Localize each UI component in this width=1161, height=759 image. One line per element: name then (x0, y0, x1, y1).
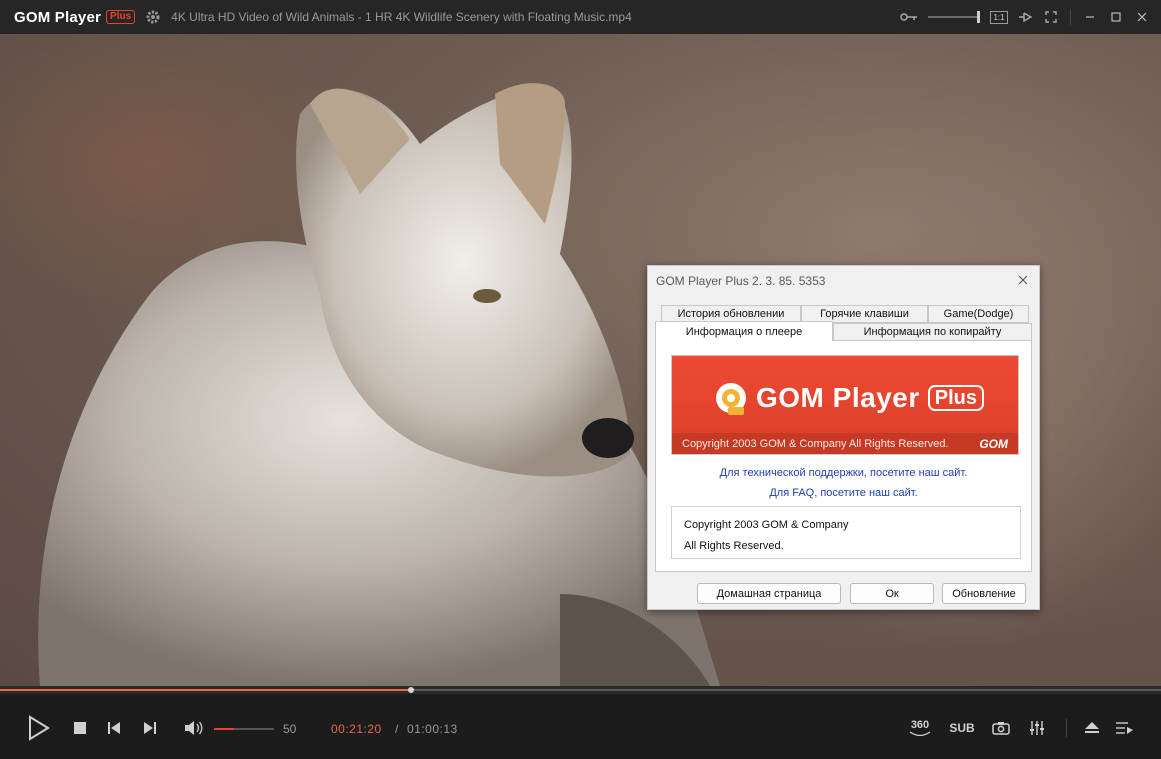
app-badge: Plus (106, 10, 136, 24)
copyright-line-2: All Rights Reserved. (684, 540, 784, 552)
update-button-label: Обновление (952, 587, 1016, 600)
volume-slider[interactable] (214, 728, 274, 730)
total-time: 01:00:13 (407, 722, 458, 736)
copyright-line-1: Copyright 2003 GOM & Company (684, 519, 849, 531)
app-name: GOM Player (14, 8, 102, 26)
titlebar-divider (1070, 9, 1071, 25)
eject-icon[interactable] (1082, 719, 1102, 737)
gom-logo-icon (716, 383, 746, 415)
close-icon[interactable] (1129, 0, 1155, 34)
banner-app-name: GOM Player (756, 382, 920, 413)
settings-gear-icon[interactable] (145, 9, 161, 25)
homepage-button-label: Домашная страница (716, 587, 822, 600)
controls-divider (1066, 719, 1067, 737)
control-bar: 50 00:21:20 / 01:00:13 360 SUB (0, 694, 1161, 759)
copyright-box: Copyright 2003 GOM & Company All Rights … (671, 506, 1021, 559)
banner-copyright: Copyright 2003 GOM & Company All Rights … (682, 437, 949, 450)
app-logo[interactable]: GOM Player Plus (14, 8, 136, 26)
tab-player-info[interactable]: Информация о плеере (655, 321, 833, 341)
banner-plus-badge: Plus (927, 385, 984, 411)
volume-icon[interactable] (183, 720, 205, 736)
seek-bar[interactable] (0, 686, 1161, 694)
faq-link[interactable]: Для FAQ, посетите наш сайт. (656, 487, 1031, 499)
tab-game-dodge-label: Game(Dodge) (943, 308, 1014, 320)
screenshot-camera-icon[interactable] (990, 719, 1012, 737)
vr-360-arc-icon (909, 730, 931, 736)
subtitle-button[interactable]: SUB (946, 718, 978, 738)
ratio-label: 1:1 (990, 10, 1008, 24)
ratio-icon[interactable]: 1:1 (986, 0, 1012, 34)
seek-progress (0, 689, 411, 691)
fullscreen-icon[interactable] (1038, 0, 1064, 34)
vr-360-button[interactable]: 360 (905, 716, 935, 740)
subtitle-label: SUB (949, 721, 975, 735)
previous-icon[interactable] (106, 720, 122, 736)
equalizer-settings-icon[interactable] (1027, 719, 1047, 737)
homepage-button[interactable]: Домашная страница (697, 583, 841, 604)
volume-value: 50 (283, 722, 297, 736)
tab-update-history-label: История обновлении (677, 308, 785, 320)
about-dialog: GOM Player Plus 2. 3. 85. 5353 История о… (647, 265, 1040, 610)
tab-copyright-info-label: Информация по копирайту (863, 326, 1002, 338)
key-icon[interactable] (896, 0, 922, 34)
current-time: 00:21:20 (331, 722, 382, 736)
ok-button[interactable]: Ок (850, 583, 934, 604)
support-link[interactable]: Для технической поддержки, посетите наш … (656, 467, 1031, 479)
seek-handle[interactable] (407, 687, 414, 693)
title-bar: GOM Player Plus 4K Ultra HD Video of Wil… (0, 0, 1161, 34)
banner-gom-brand: GOM (979, 436, 1008, 451)
stop-icon[interactable] (72, 720, 88, 736)
tab-copyright-info[interactable]: Информация по копирайту (833, 323, 1032, 341)
time-separator: / (395, 722, 399, 736)
gom-banner: GOM Player Plus Copyright 2003 GOM & Com… (671, 355, 1019, 455)
play-icon[interactable] (26, 714, 52, 742)
opacity-slider[interactable] (928, 0, 980, 34)
vr-360-label: 360 (910, 718, 930, 731)
playlist-icon[interactable] (1114, 719, 1136, 737)
player-info-panel: GOM Player Plus Copyright 2003 GOM & Com… (655, 340, 1032, 572)
minimize-icon[interactable] (1077, 0, 1103, 34)
pin-icon[interactable] (1012, 0, 1038, 34)
maximize-icon[interactable] (1103, 0, 1129, 34)
file-title: 4K Ultra HD Video of Wild Animals - 1 HR… (171, 10, 632, 24)
update-button[interactable]: Обновление (942, 583, 1026, 604)
tab-hotkeys-label: Горячие клавиши (820, 308, 909, 320)
volume-level (214, 728, 234, 730)
tab-game-dodge[interactable]: Game(Dodge) (928, 305, 1029, 323)
dialog-close-icon[interactable] (1015, 272, 1031, 288)
dialog-title: GOM Player Plus 2. 3. 85. 5353 (656, 274, 826, 288)
next-icon[interactable] (141, 720, 157, 736)
ok-button-label: Ок (885, 587, 899, 600)
tab-player-info-label: Информация о плеере (685, 325, 803, 338)
